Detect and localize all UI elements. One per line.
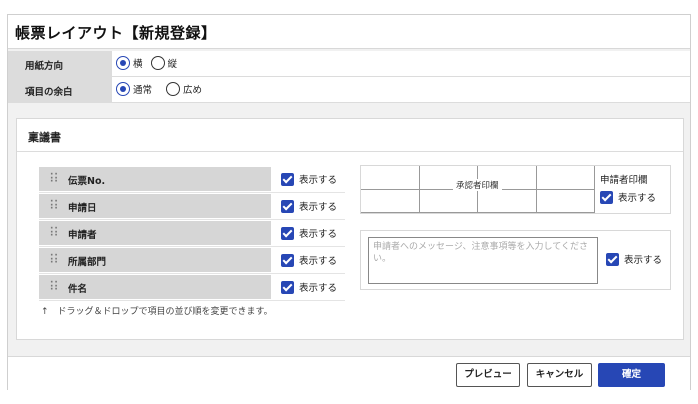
approver-stamp-grid: 承認者印欄 bbox=[361, 166, 595, 213]
radio-wide-label: 広め bbox=[183, 85, 203, 96]
checkbox-checked-icon[interactable] bbox=[281, 172, 294, 186]
radio-wide-circle[interactable] bbox=[166, 82, 181, 96]
drag-handle-icon[interactable]: ·· ·· ·· bbox=[50, 198, 58, 213]
show-label: 表示する bbox=[299, 229, 338, 240]
item-row[interactable]: ·· ·· ·· 申請日 表示する bbox=[39, 193, 345, 220]
stamp-cell bbox=[361, 190, 420, 213]
radio-landscape-label: 横 bbox=[133, 59, 143, 70]
preview-button[interactable]: プレビュー bbox=[456, 363, 520, 387]
show-checkbox[interactable]: 表示する bbox=[281, 280, 337, 294]
item-row[interactable]: ·· ·· ·· 所属部門 表示する bbox=[39, 247, 345, 274]
item-row[interactable]: ·· ·· ·· 申請者 表示する bbox=[39, 220, 345, 247]
checkbox-checked-icon[interactable] bbox=[606, 252, 619, 266]
stamp-cell bbox=[361, 166, 420, 190]
show-label: 表示する bbox=[299, 202, 338, 213]
item-list: ·· ·· ·· 伝票No. 表示する ·· ·· ·· 申請日 表示する ··… bbox=[39, 166, 345, 301]
paper-orientation-radios: 横 縦 bbox=[116, 56, 185, 70]
radio-portrait[interactable]: 縦 bbox=[150, 56, 178, 70]
stamp-cell bbox=[537, 190, 595, 213]
layout-card: 稟議書 ·· ·· ·· 伝票No. 表示する ·· ·· ·· 申請日 表示す… bbox=[16, 118, 684, 340]
item-margin-label: 項目の余白 bbox=[8, 77, 112, 102]
title-bar: 帳票レイアウト【新規登録】 bbox=[8, 15, 690, 49]
item-label: 所属部門 bbox=[68, 257, 107, 268]
item-label: 申請日 bbox=[68, 203, 97, 214]
stamp-cell bbox=[478, 190, 537, 213]
applicant-stamp-label: 申請者印欄 bbox=[600, 175, 648, 186]
paper-orientation-label: 用紙方向 bbox=[8, 51, 112, 76]
radio-landscape-circle[interactable] bbox=[116, 56, 130, 70]
radio-landscape[interactable]: 横 bbox=[116, 56, 143, 70]
item-label-box[interactable]: ·· ·· ·· 申請者 bbox=[39, 221, 271, 245]
show-checkbox[interactable]: 表示する bbox=[281, 172, 337, 186]
radio-normal[interactable]: 通常 bbox=[116, 82, 152, 96]
show-checkbox[interactable]: 表示する bbox=[281, 253, 337, 267]
item-label-box[interactable]: ·· ·· ·· 申請日 bbox=[39, 194, 271, 218]
drag-handle-icon[interactable]: ·· ·· ·· bbox=[50, 171, 58, 186]
reorder-hint: ↑ ドラッグ＆ドロップで項目の並び順を変更できます。 bbox=[41, 307, 273, 317]
item-row[interactable]: ·· ·· ·· 件名 表示する bbox=[39, 274, 345, 301]
show-label: 表示する bbox=[624, 255, 663, 266]
drag-handle-icon[interactable]: ·· ·· ·· bbox=[50, 225, 58, 240]
stamp-area: 承認者印欄 申請者印欄 表示する bbox=[360, 165, 671, 214]
card-header: 稟議書 bbox=[17, 119, 683, 152]
radio-wide[interactable]: 広め bbox=[166, 82, 202, 96]
approver-stamp-caption: 承認者印欄 bbox=[453, 179, 502, 191]
page-title: 帳票レイアウト【新規登録】 bbox=[15, 24, 217, 42]
checkbox-checked-icon[interactable] bbox=[281, 226, 294, 240]
item-label: 件名 bbox=[68, 284, 88, 295]
checkbox-checked-icon[interactable] bbox=[281, 280, 294, 294]
show-label: 表示する bbox=[618, 193, 657, 204]
radio-normal-label: 通常 bbox=[133, 85, 153, 96]
message-textarea[interactable]: 申請者へのメッセージ、注意事項等を入力してください。 bbox=[368, 237, 598, 284]
stamp-cell bbox=[420, 190, 478, 213]
applicant-stamp: 申請者印欄 表示する bbox=[600, 172, 656, 204]
item-label-box[interactable]: ·· ·· ·· 件名 bbox=[39, 275, 271, 299]
show-checkbox[interactable]: 表示する bbox=[281, 199, 337, 213]
layout-dialog: 帳票レイアウト【新規登録】 用紙方向 横 縦 項目の余白 通常 広め 稟議書 ·… bbox=[7, 14, 691, 390]
section-title: 稟議書 bbox=[28, 131, 61, 144]
drag-handle-icon[interactable]: ·· ·· ·· bbox=[50, 252, 58, 267]
show-checkbox[interactable]: 表示する bbox=[281, 226, 337, 240]
item-margin-row: 項目の余白 通常 広め bbox=[8, 77, 690, 103]
confirm-button[interactable]: 確定 bbox=[598, 363, 665, 387]
message-show-checkbox[interactable]: 表示する bbox=[606, 252, 662, 266]
applicant-stamp-checkbox[interactable]: 表示する bbox=[600, 190, 656, 204]
paper-orientation-row: 用紙方向 横 縦 bbox=[8, 51, 690, 77]
item-label: 申請者 bbox=[68, 230, 97, 241]
item-label: 伝票No. bbox=[68, 176, 106, 187]
show-label: 表示する bbox=[299, 175, 338, 186]
checkbox-checked-icon[interactable] bbox=[600, 190, 613, 204]
cancel-button[interactable]: キャンセル bbox=[527, 363, 592, 387]
radio-portrait-circle[interactable] bbox=[150, 56, 165, 70]
message-area: 申請者へのメッセージ、注意事項等を入力してください。 表示する bbox=[360, 230, 671, 290]
radio-normal-circle[interactable] bbox=[116, 82, 130, 96]
footer-bar: プレビュー キャンセル 確定 bbox=[8, 356, 690, 390]
show-label: 表示する bbox=[299, 256, 338, 267]
item-label-box[interactable]: ·· ·· ·· 伝票No. bbox=[39, 167, 271, 191]
item-label-box[interactable]: ·· ·· ·· 所属部門 bbox=[39, 248, 271, 272]
settings-form: 用紙方向 横 縦 項目の余白 通常 広め bbox=[8, 51, 690, 103]
item-row[interactable]: ·· ·· ·· 伝票No. 表示する bbox=[39, 166, 345, 193]
drag-handle-icon[interactable]: ·· ·· ·· bbox=[50, 279, 58, 294]
item-margin-radios: 通常 広め bbox=[116, 82, 210, 96]
checkbox-checked-icon[interactable] bbox=[281, 199, 294, 213]
stamp-cell bbox=[537, 166, 595, 190]
show-label: 表示する bbox=[299, 283, 338, 294]
checkbox-checked-icon[interactable] bbox=[281, 253, 294, 267]
radio-portrait-label: 縦 bbox=[167, 59, 178, 70]
